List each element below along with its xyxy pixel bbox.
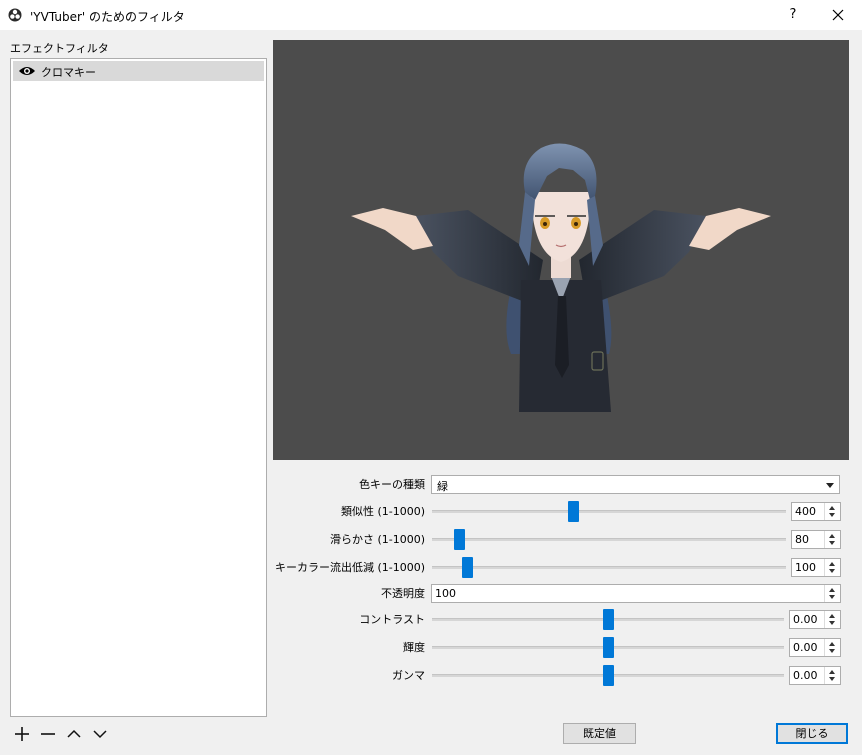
spin-up-icon[interactable]	[829, 588, 835, 592]
key-color-type-label: 色キーの種類	[359, 478, 425, 491]
contrast-value: 0.00	[793, 613, 818, 626]
smoothness-spin-buttons[interactable]	[824, 531, 840, 548]
spin-up-icon[interactable]	[829, 670, 835, 674]
opacity-label: 不透明度	[381, 587, 425, 600]
gamma-slider-handle[interactable]	[603, 665, 614, 686]
opacity-spinbox[interactable]: 100	[431, 584, 841, 603]
smoothness-slider-handle[interactable]	[454, 529, 465, 550]
spill-reduction-slider-handle[interactable]	[462, 557, 473, 578]
effect-filters-label: エフェクトフィルタ	[10, 42, 109, 55]
spin-down-icon[interactable]	[829, 541, 835, 545]
brightness-slider-handle[interactable]	[603, 637, 614, 658]
eye-visibility-icon[interactable]	[18, 65, 36, 77]
vtuber-character-image	[351, 143, 771, 412]
contrast-spin-buttons[interactable]	[824, 611, 840, 628]
remove-filter-icon[interactable]	[39, 725, 57, 743]
spin-up-icon[interactable]	[829, 642, 835, 646]
similarity-spin-buttons[interactable]	[824, 503, 840, 520]
spin-down-icon[interactable]	[829, 569, 835, 573]
spin-down-icon[interactable]	[829, 595, 835, 599]
spill-reduction-slider-track[interactable]	[432, 566, 786, 569]
key-color-type-value: 緑	[437, 480, 448, 493]
spin-up-icon[interactable]	[829, 614, 835, 618]
spill-reduction-label: キーカラー流出低減 (1-1000)	[274, 561, 425, 574]
spin-up-icon[interactable]	[829, 534, 835, 538]
move-down-icon[interactable]	[91, 725, 109, 743]
smoothness-value: 80	[795, 533, 809, 546]
similarity-spinbox[interactable]: 400	[791, 502, 841, 521]
spill-reduction-spinbox[interactable]: 100	[791, 558, 841, 577]
contrast-spinbox[interactable]: 0.00	[789, 610, 841, 629]
add-filter-icon[interactable]	[13, 725, 31, 743]
opacity-value: 100	[435, 587, 456, 600]
gamma-label: ガンマ	[392, 669, 425, 682]
smoothness-label: 滑らかさ (1-1000)	[329, 533, 425, 546]
smoothness-spinbox[interactable]: 80	[791, 530, 841, 549]
similarity-slider-track[interactable]	[432, 510, 786, 513]
help-button[interactable]: ?	[780, 3, 806, 27]
filter-item-chroma-key[interactable]: クロマキー	[13, 61, 264, 81]
similarity-label: 類似性 (1-1000)	[340, 505, 425, 518]
brightness-spin-buttons[interactable]	[824, 639, 840, 656]
move-up-icon[interactable]	[65, 725, 83, 743]
brightness-spinbox[interactable]: 0.00	[789, 638, 841, 657]
close-button[interactable]: 閉じる	[776, 723, 848, 744]
spin-down-icon[interactable]	[829, 649, 835, 653]
filter-preview	[273, 40, 849, 460]
contrast-slider-handle[interactable]	[603, 609, 614, 630]
close-window-icon[interactable]	[824, 3, 852, 27]
chevron-down-icon	[826, 483, 834, 488]
filter-name: クロマキー	[41, 66, 96, 79]
gamma-spin-buttons[interactable]	[824, 667, 840, 684]
gamma-value: 0.00	[793, 669, 818, 682]
spill-reduction-spin-buttons[interactable]	[824, 559, 840, 576]
spin-down-icon[interactable]	[829, 621, 835, 625]
spin-down-icon[interactable]	[829, 513, 835, 517]
key-color-type-select[interactable]: 緑	[431, 475, 840, 494]
brightness-label: 輝度	[403, 641, 425, 654]
spin-up-icon[interactable]	[829, 562, 835, 566]
window-title: 'YVTuber' のためのフィルタ	[30, 10, 185, 24]
spin-up-icon[interactable]	[829, 506, 835, 510]
brightness-value: 0.00	[793, 641, 818, 654]
similarity-value: 400	[795, 505, 816, 518]
gamma-spinbox[interactable]: 0.00	[789, 666, 841, 685]
spin-down-icon[interactable]	[829, 677, 835, 681]
contrast-label: コントラスト	[359, 613, 425, 626]
smoothness-slider-track[interactable]	[432, 538, 786, 541]
similarity-slider-handle[interactable]	[568, 501, 579, 522]
obs-app-icon	[8, 8, 22, 22]
defaults-button[interactable]: 既定値	[563, 723, 636, 744]
effect-filter-list[interactable]: クロマキー	[10, 58, 267, 717]
title-bar: 'YVTuber' のためのフィルタ ?	[0, 0, 862, 30]
spill-reduction-value: 100	[795, 561, 816, 574]
opacity-spin-buttons[interactable]	[824, 585, 840, 602]
